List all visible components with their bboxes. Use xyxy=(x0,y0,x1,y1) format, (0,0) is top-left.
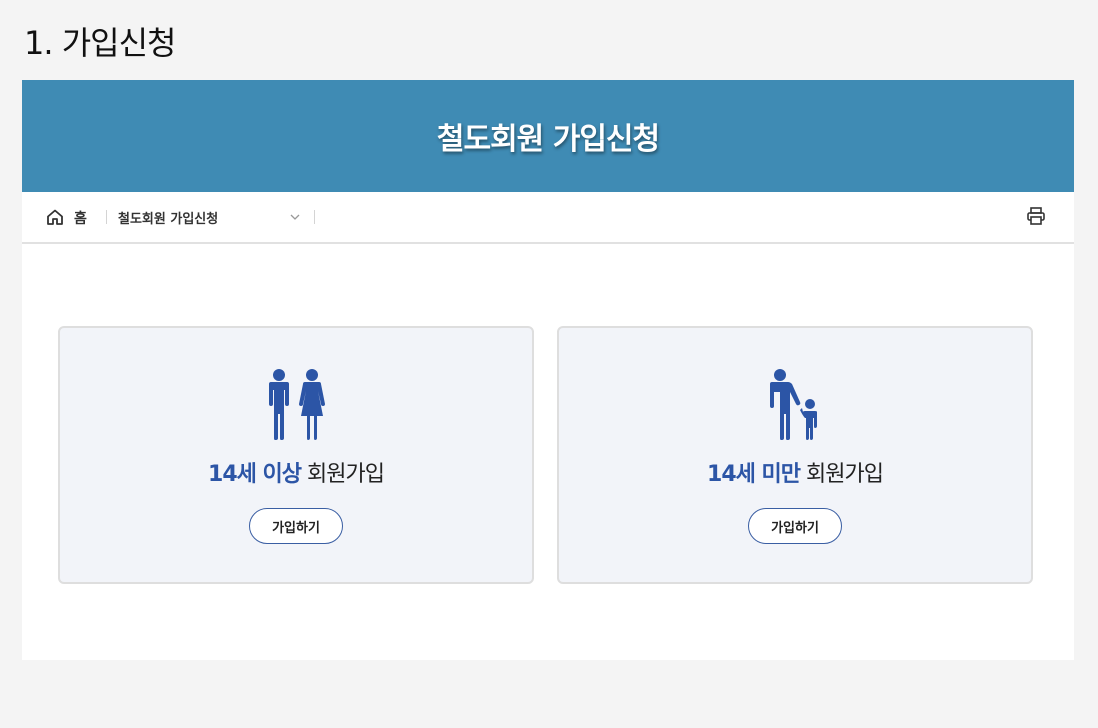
breadcrumb-current-label: 철도회원 가입신청 xyxy=(118,211,219,227)
home-icon[interactable] xyxy=(46,208,64,226)
adult-signup-button[interactable]: 가입하기 xyxy=(249,508,343,544)
adult-couple-icon xyxy=(269,369,325,440)
breadcrumb-divider xyxy=(106,210,107,224)
print-icon[interactable] xyxy=(1026,206,1046,226)
breadcrumb-home-link[interactable]: 홈 xyxy=(74,208,87,228)
minor-signup-title: 14세 미만 회원가입 xyxy=(559,456,1031,488)
page-frame: 철도회원 가입신청 홈 철도회원 가입신청 14세 이상 회원가입 가입하기 1… xyxy=(22,80,1074,660)
minor-signup-button[interactable]: 가입하기 xyxy=(748,508,842,544)
minor-signup-card: 14세 미만 회원가입 가입하기 xyxy=(557,326,1033,584)
minor-signup-age: 14세 미만 xyxy=(707,462,801,487)
chevron-down-icon xyxy=(290,214,300,220)
breadcrumb: 홈 철도회원 가입신청 xyxy=(22,192,1074,244)
breadcrumb-current-select[interactable]: 철도회원 가입신청 xyxy=(118,202,314,232)
adult-signup-title: 14세 이상 회원가입 xyxy=(60,456,532,488)
parent-child-icon xyxy=(770,369,817,440)
page-banner: 철도회원 가입신청 xyxy=(22,80,1074,192)
banner-title: 철도회원 가입신청 xyxy=(436,122,660,157)
section-title: 1. 가입신청 xyxy=(24,24,176,62)
adult-signup-text: 회원가입 xyxy=(301,462,385,487)
minor-signup-text: 회원가입 xyxy=(800,462,884,487)
breadcrumb-divider xyxy=(314,210,315,224)
adult-signup-card: 14세 이상 회원가입 가입하기 xyxy=(58,326,534,584)
adult-signup-age: 14세 이상 xyxy=(208,462,302,487)
